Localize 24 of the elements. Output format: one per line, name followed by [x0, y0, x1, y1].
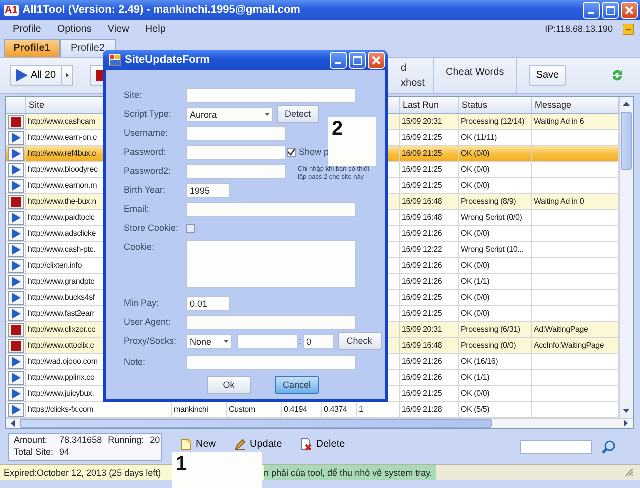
- annotation-label: 2: [328, 117, 376, 166]
- field-label: Min Pay:: [124, 297, 160, 308]
- field-label: Birth Year:: [124, 184, 167, 195]
- field-label: Password2:: [124, 165, 172, 176]
- annotation-label: 1: [172, 452, 262, 488]
- amount-value: 78.341658: [60, 435, 102, 447]
- amount-label: Amount:: [14, 435, 49, 447]
- separator-text: :: [299, 335, 302, 346]
- field-label: Username:: [124, 127, 170, 138]
- field-label: Note:: [124, 356, 147, 367]
- total-site-value: 94: [60, 447, 71, 459]
- window-title: All1Tool (Version: 2.49) - mankinchi.1995@gmail.com: [22, 4, 300, 16]
- app-logo: A1: [4, 4, 19, 16]
- toolbar-label: d: [401, 62, 408, 74]
- running-label: Running:: [108, 435, 144, 447]
- ip-address: IP:118.68.13.190: [545, 24, 613, 34]
- running-value: 20: [150, 435, 160, 447]
- dialog-title: SiteUpdateForm: [125, 54, 210, 66]
- field-label: Password:: [124, 146, 168, 157]
- status-message: n phải của tool, để thu nhỏ về system tray.: [264, 465, 436, 480]
- field-label: Cookie:: [124, 241, 156, 252]
- field-label: Site:: [124, 89, 144, 100]
- total-site-label: Total Site:: [14, 447, 54, 459]
- toolbar-label: xhost: [401, 78, 426, 88]
